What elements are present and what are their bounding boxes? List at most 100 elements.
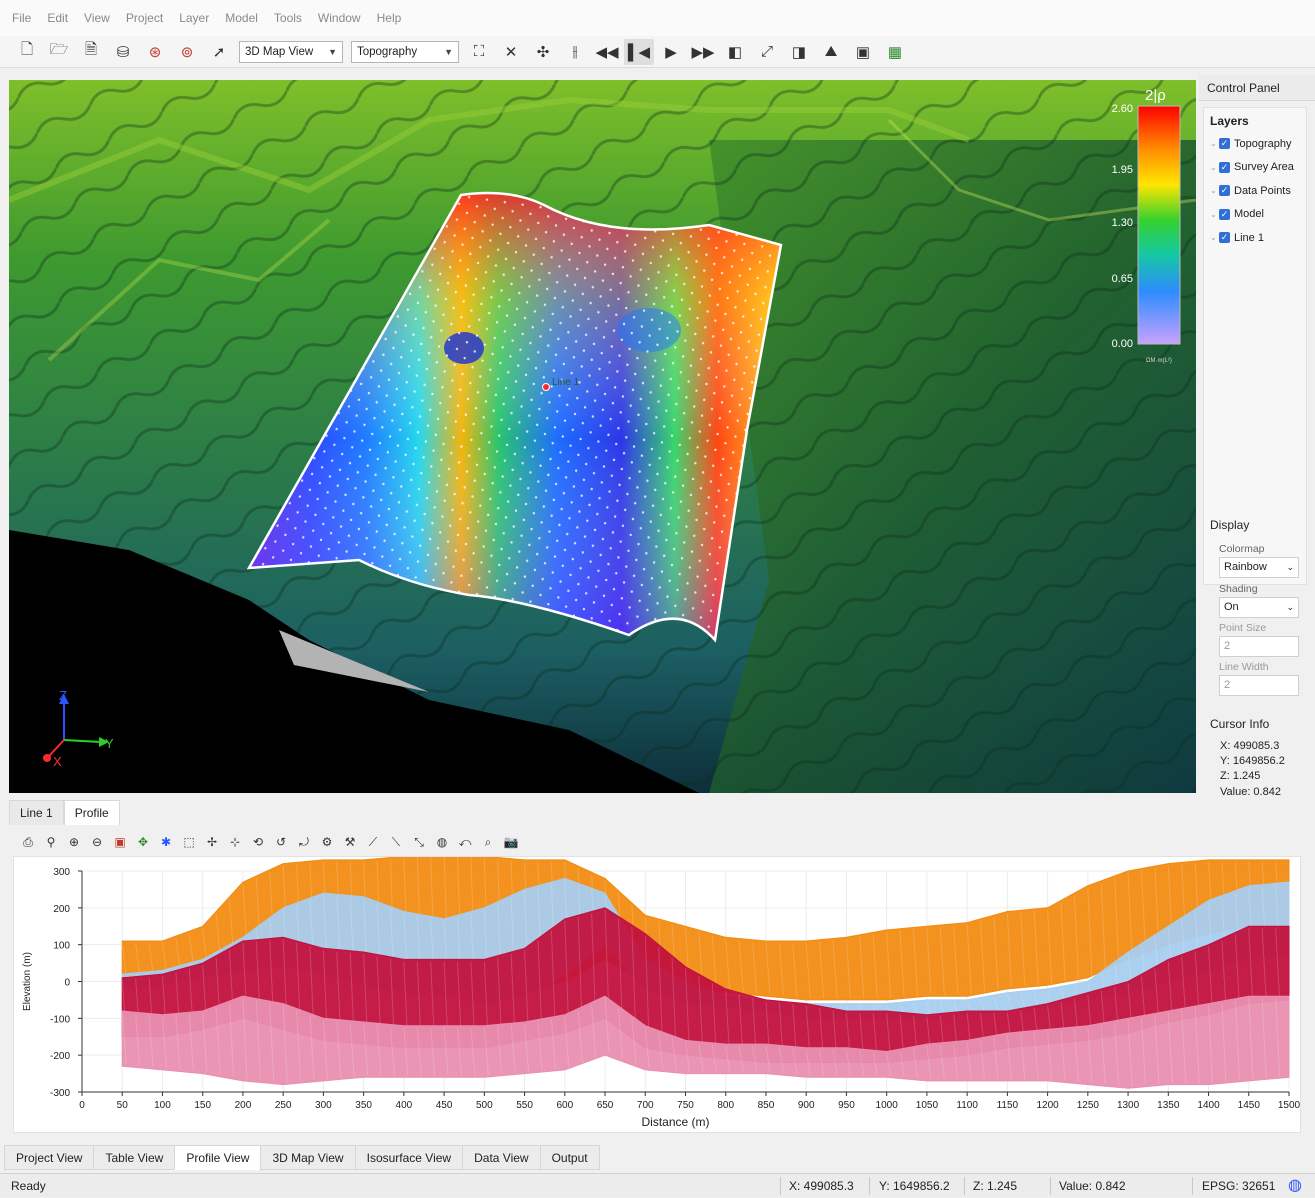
checkbox-icon[interactable]: ✓ xyxy=(1219,185,1230,197)
shading-select[interactable]: On ⌄ xyxy=(1219,597,1299,618)
x-tick-label: 500 xyxy=(476,1100,493,1111)
pan-icon[interactable]: ✥ xyxy=(133,832,153,852)
crop-icon[interactable]: ⬚ xyxy=(179,832,199,852)
rotate-icon[interactable]: ⟲ xyxy=(248,832,268,852)
tab-isosurface-view[interactable]: Isosurface View xyxy=(354,1145,464,1170)
status-ready: Ready xyxy=(11,1179,46,1193)
export-data-icon[interactable]: ⊚ xyxy=(172,39,202,65)
menu-help[interactable]: Help xyxy=(369,0,410,36)
menu-project[interactable]: Project xyxy=(118,0,171,36)
line-1-marker[interactable] xyxy=(542,383,550,391)
tab-3d-map-view[interactable]: 3D Map View xyxy=(260,1145,356,1170)
mirror-icon[interactable]: ◨ xyxy=(784,39,814,65)
print-icon[interactable]: ⎙ xyxy=(18,832,38,852)
line-width-input[interactable]: 2 xyxy=(1219,675,1299,696)
database-icon[interactable]: ⛁ xyxy=(108,39,138,65)
menu-view[interactable]: View xyxy=(76,0,118,36)
chevron-down-icon: ▼ xyxy=(328,46,337,57)
tool-a-icon[interactable]: ⚙ xyxy=(317,832,337,852)
zoom-out-icon[interactable]: ⊖ xyxy=(87,832,107,852)
chart-settings-icon[interactable]: ▦ xyxy=(880,39,910,65)
new-file-icon[interactable]: 🗋 xyxy=(12,39,42,65)
curve-icon[interactable]: ⤾ xyxy=(294,832,314,852)
3d-map-viewport[interactable]: Line 1 2|ρ 2.60 1.95 1.30 0.65 0.00 ΩM·m… xyxy=(9,80,1196,793)
search-icon[interactable]: ⌕ xyxy=(478,832,498,852)
expand-icon[interactable]: ⌄ xyxy=(1210,233,1219,242)
expand-icon[interactable]: ⌄ xyxy=(1210,210,1219,219)
split-icon[interactable]: ⫲ xyxy=(560,39,590,65)
menu-tools[interactable]: Tools xyxy=(266,0,310,36)
menu-edit[interactable]: Edit xyxy=(39,0,76,36)
step-back-icon[interactable]: ▌◀ xyxy=(624,38,654,65)
tab-line-1[interactable]: Line 1 xyxy=(9,800,64,825)
select-points-icon[interactable]: ⛶ xyxy=(464,39,494,65)
layer-item-survey-area[interactable]: ⌄ ✓ Survey Area xyxy=(1204,156,1306,180)
x-tick-label: 1200 xyxy=(1036,1100,1059,1111)
tab-project-view[interactable]: Project View xyxy=(4,1145,95,1170)
pick-icon[interactable]: ⤺ xyxy=(455,832,475,852)
tab-data-view[interactable]: Data View xyxy=(462,1145,541,1170)
x-tick-label: 0 xyxy=(79,1100,85,1111)
tool-b-icon[interactable]: ⚒ xyxy=(340,832,360,852)
menu-model[interactable]: Model xyxy=(217,0,266,36)
point-size-input[interactable]: 2 xyxy=(1219,636,1299,657)
profile-plot[interactable]: 0 50 100 150 200 250 300 350 400 450 500 550 600 650 7… xyxy=(13,852,1302,1134)
layer-item-model[interactable]: ⌄ ✓ Model xyxy=(1204,203,1306,227)
colorbar-credit: ΩM·m(L²) xyxy=(1146,358,1172,364)
draw-line-icon[interactable]: ⟋ xyxy=(363,832,383,852)
globe-icon[interactable]: ◍ xyxy=(1288,1174,1302,1198)
play-icon[interactable]: ▶ xyxy=(656,39,686,65)
menu-file[interactable]: File xyxy=(4,0,39,36)
colormap-select[interactable]: Rainbow ⌄ xyxy=(1219,557,1299,578)
reset-icon[interactable]: ✱ xyxy=(156,832,176,852)
tab-profile-view[interactable]: Profile View xyxy=(174,1145,262,1170)
x-tick-label: 450 xyxy=(436,1100,453,1111)
scatter-icon[interactable]: ✕ xyxy=(496,39,526,65)
globe-icon[interactable]: ◍ xyxy=(432,832,452,852)
rotate-left-icon[interactable]: ↺ xyxy=(271,832,291,852)
expand-icon[interactable]: ⌄ xyxy=(1210,163,1219,172)
profile-tabs: Line 1 Profile xyxy=(9,800,120,825)
mesh-icon[interactable]: ✣ xyxy=(528,39,558,65)
status-divider xyxy=(780,1177,781,1195)
center-icon[interactable]: ⊹ xyxy=(225,832,245,852)
checkbox-icon[interactable]: ✓ xyxy=(1219,232,1230,244)
ruler-icon[interactable]: ⤡ xyxy=(409,832,429,852)
fit-extent-icon[interactable]: ⤢ xyxy=(752,39,782,65)
axis-x-label: X xyxy=(53,754,62,769)
checkbox-icon[interactable]: ✓ xyxy=(1219,161,1230,173)
zoom-icon[interactable]: ⚲ xyxy=(41,832,61,852)
menu-layer[interactable]: Layer xyxy=(171,0,217,36)
checkbox-icon[interactable]: ✓ xyxy=(1219,138,1230,150)
camera-icon[interactable]: 📷 xyxy=(501,832,521,852)
view-tabs: Project View Table View Profile View 3D … xyxy=(4,1145,600,1170)
fast-forward-icon[interactable]: ▶▶ xyxy=(688,39,718,65)
layer-label: Line 1 xyxy=(1234,231,1264,244)
profile-chart[interactable]: 0 50 100 150 200 250 300 350 400 450 500 550 600 650 7… xyxy=(14,852,1302,1134)
rewind-icon[interactable]: ◀◀ xyxy=(592,39,622,65)
save-file-icon[interactable]: 🗎 xyxy=(76,39,106,65)
expand-icon[interactable]: ⌄ xyxy=(1210,139,1219,148)
view-select[interactable]: 3D Map View ▼ xyxy=(239,40,343,63)
import-data-icon[interactable]: ⊛ xyxy=(140,39,170,65)
expand-icon[interactable]: ⌄ xyxy=(1210,186,1219,195)
open-file-icon[interactable]: 🗁 xyxy=(44,39,74,65)
tab-output[interactable]: Output xyxy=(539,1145,600,1170)
terrain-scene[interactable]: Line 1 2|ρ 2.60 1.95 1.30 0.65 0.00 ΩM·m… xyxy=(9,80,1196,793)
measure-icon[interactable]: ⟍ xyxy=(386,832,406,852)
checkbox-icon[interactable]: ✓ xyxy=(1219,208,1230,220)
export-image-icon[interactable]: ▣ xyxy=(848,39,878,65)
flip-icon[interactable]: ◧ xyxy=(720,39,750,65)
tab-profile[interactable]: Profile xyxy=(63,800,120,825)
pointer-icon[interactable]: ➚ xyxy=(204,39,234,65)
zoom-in-icon[interactable]: ⊕ xyxy=(64,832,84,852)
render-3d-icon[interactable]: ⛰ xyxy=(816,39,846,65)
move-icon[interactable]: ✢ xyxy=(202,832,222,852)
tab-table-view[interactable]: Table View xyxy=(93,1145,176,1170)
select-region-icon[interactable]: ▣ xyxy=(110,832,130,852)
layer-select[interactable]: Topography ▼ xyxy=(351,40,459,63)
layer-item-topography[interactable]: ⌄ ✓ Topography xyxy=(1204,132,1306,156)
layer-item-data-points[interactable]: ⌄ ✓ Data Points xyxy=(1204,179,1306,203)
layer-item-line-1[interactable]: ⌄ ✓ Line 1 xyxy=(1204,226,1306,250)
menu-window[interactable]: Window xyxy=(310,0,369,36)
